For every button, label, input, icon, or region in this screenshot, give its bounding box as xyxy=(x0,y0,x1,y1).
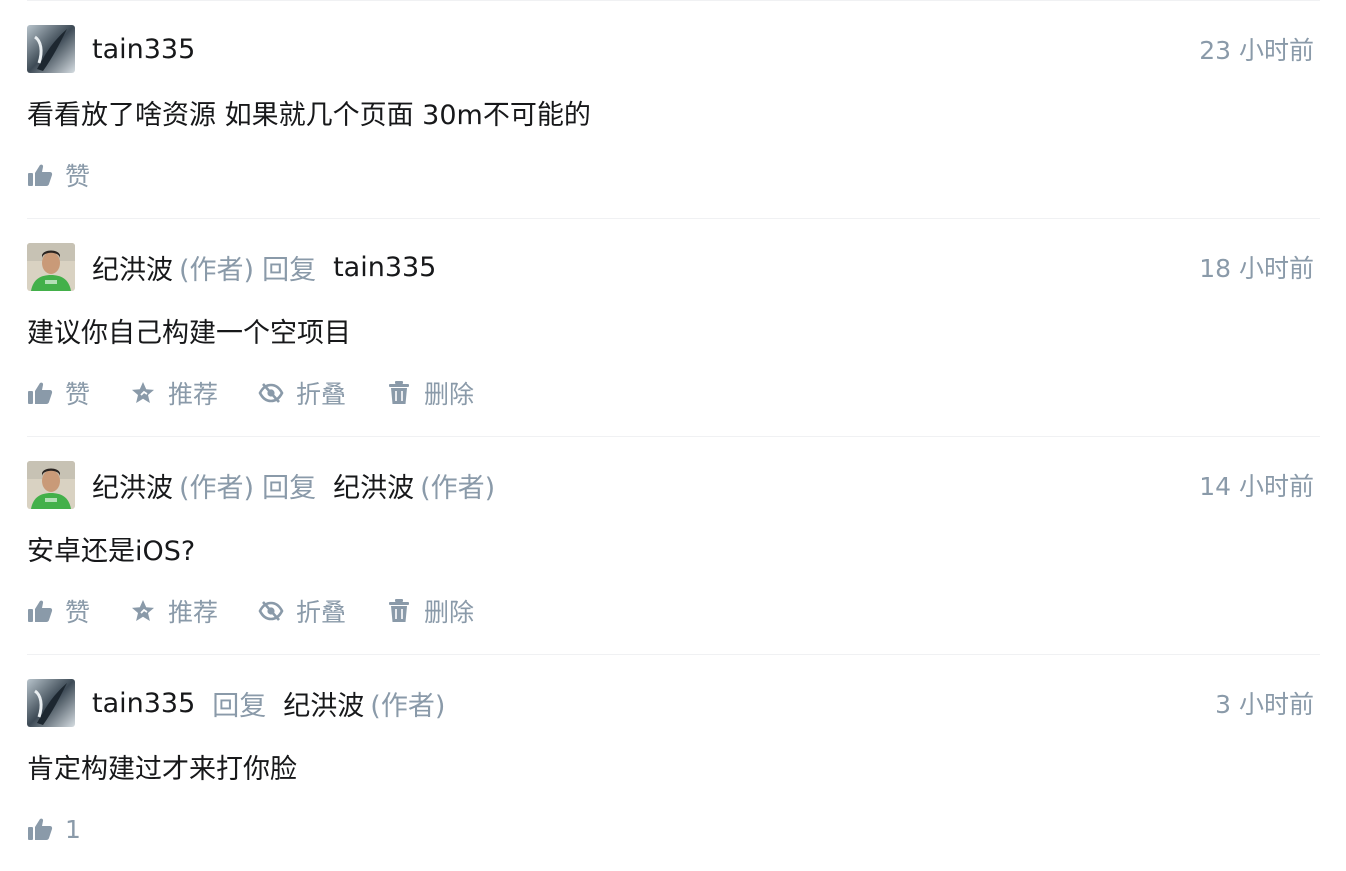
comment-text: 建议你自己构建一个空项目 xyxy=(27,318,351,349)
trash-icon xyxy=(386,380,412,406)
fold-button[interactable]: 折叠 xyxy=(258,375,346,411)
avatar-image-tain335 xyxy=(27,25,75,73)
comment-item: tain335 回复 纪洪波 (作者) 3 小时前 肯定构建过才来打你脸 1 xyxy=(27,654,1320,871)
comment-text: 肯定构建过才来打你脸 xyxy=(27,754,297,785)
comment-header: 纪洪波 (作者) 回复 tain335 18 小时前 xyxy=(27,243,1314,291)
avatar[interactable] xyxy=(27,461,75,509)
delete-button[interactable]: 删除 xyxy=(386,375,474,411)
comment-text: 看看放了啥资源 如果就几个页面 30m不可能的 xyxy=(27,100,591,131)
thumbs-up-icon xyxy=(27,162,53,188)
like-button[interactable]: 赞 xyxy=(27,593,90,629)
recommend-label: 推荐 xyxy=(168,598,219,627)
comment-actions: 赞 xyxy=(27,155,130,195)
author-tag: (作者) xyxy=(179,472,255,504)
trash-icon xyxy=(386,598,412,624)
comment-header: tain335 回复 纪洪波 (作者) 3 小时前 xyxy=(27,679,1314,727)
recommend-button[interactable]: 推荐 xyxy=(130,375,218,411)
like-count: 1 xyxy=(65,814,81,844)
comment-item: 纪洪波 (作者) 回复 tain335 18 小时前 建议你自己构建一个空项目 … xyxy=(27,218,1320,436)
delete-button[interactable]: 删除 xyxy=(386,593,474,629)
star-icon xyxy=(130,598,156,624)
like-button[interactable]: 1 xyxy=(27,815,81,844)
fold-label: 折叠 xyxy=(296,380,347,409)
like-label: 赞 xyxy=(65,380,91,409)
author-tag: (作者) xyxy=(179,254,255,286)
comment-header: tain335 23 小时前 xyxy=(27,25,1314,73)
avatar-image-tain335 xyxy=(27,679,75,727)
avatar[interactable] xyxy=(27,243,75,291)
comment-time: 14 小时前 xyxy=(1199,472,1314,501)
delete-label: 删除 xyxy=(424,380,475,409)
fold-button[interactable]: 折叠 xyxy=(258,593,346,629)
comment-actions: 1 xyxy=(27,809,121,849)
comment-time: 3 小时前 xyxy=(1215,690,1314,719)
reply-word: 回复 xyxy=(212,690,267,722)
comment-username[interactable]: tain335 xyxy=(92,688,195,719)
comment-actions: 赞 推荐 折叠 删除 xyxy=(27,591,514,631)
reply-target-user[interactable]: tain335 xyxy=(333,252,436,283)
comment-text: 安卓还是iOS? xyxy=(27,536,196,567)
comment-item: tain335 23 小时前 看看放了啥资源 如果就几个页面 30m不可能的 赞 xyxy=(27,0,1320,218)
comment-header: 纪洪波 (作者) 回复 纪洪波 (作者) 14 小时前 xyxy=(27,461,1314,509)
avatar[interactable] xyxy=(27,25,75,73)
eye-slash-icon xyxy=(258,380,284,406)
comment-item: 纪洪波 (作者) 回复 纪洪波 (作者) 14 小时前 安卓还是iOS? 赞 推… xyxy=(27,436,1320,654)
star-icon xyxy=(130,380,156,406)
like-label: 赞 xyxy=(65,598,91,627)
comment-list: tain335 23 小时前 看看放了啥资源 如果就几个页面 30m不可能的 赞 xyxy=(27,0,1320,871)
avatar-image-author xyxy=(27,461,75,509)
thumbs-up-icon xyxy=(27,598,53,624)
reply-target-author-tag: (作者) xyxy=(370,690,446,722)
comment-time: 18 小时前 xyxy=(1199,254,1314,283)
comment-time: 23 小时前 xyxy=(1199,36,1314,65)
thumbs-up-icon xyxy=(27,816,53,842)
comment-username[interactable]: 纪洪波 xyxy=(92,248,173,287)
recommend-button[interactable]: 推荐 xyxy=(130,593,218,629)
fold-label: 折叠 xyxy=(296,598,347,627)
comment-username[interactable]: tain335 xyxy=(92,34,195,65)
recommend-label: 推荐 xyxy=(168,380,219,409)
comment-username[interactable]: 纪洪波 xyxy=(92,466,173,505)
reply-target-user[interactable]: 纪洪波 xyxy=(283,684,364,723)
reply-target-user[interactable]: 纪洪波 xyxy=(333,466,414,505)
avatar[interactable] xyxy=(27,679,75,727)
like-button[interactable]: 赞 xyxy=(27,157,90,193)
eye-slash-icon xyxy=(258,598,284,624)
reply-target-author-tag: (作者) xyxy=(420,472,496,504)
reply-word: 回复 xyxy=(262,254,317,286)
like-button[interactable]: 赞 xyxy=(27,375,90,411)
avatar-image-author xyxy=(27,243,75,291)
comment-actions: 赞 推荐 折叠 删除 xyxy=(27,373,514,413)
like-label: 赞 xyxy=(65,162,91,191)
reply-word: 回复 xyxy=(262,472,317,504)
delete-label: 删除 xyxy=(424,598,475,627)
thumbs-up-icon xyxy=(27,380,53,406)
